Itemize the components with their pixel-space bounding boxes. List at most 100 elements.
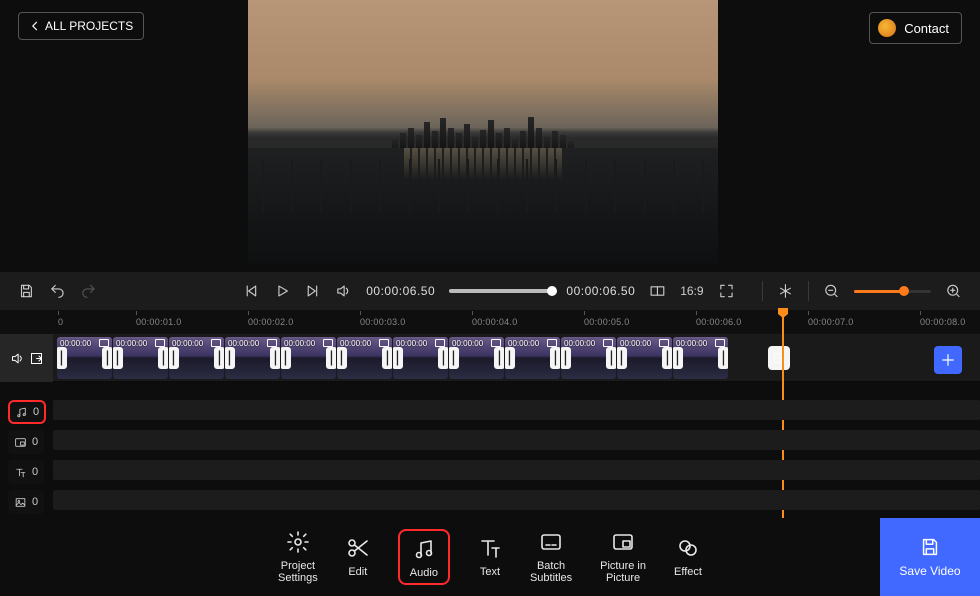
clip-handle[interactable]: | <box>718 347 728 369</box>
batch-subtitles-button[interactable]: Batch Subtitles <box>530 530 572 584</box>
audio-track[interactable]: 0 <box>0 400 980 424</box>
project-settings-button[interactable]: Project Settings <box>278 530 318 584</box>
contact-button[interactable]: Contact <box>869 12 962 44</box>
clip[interactable]: 00:00:00|| <box>393 337 448 379</box>
clip[interactable]: 00:00:00|| <box>57 337 112 379</box>
ruler-tick: 00:00:07.0 <box>808 317 920 327</box>
save-icon <box>919 536 941 558</box>
image-icon <box>14 496 27 509</box>
clip-handle[interactable]: | <box>337 347 347 369</box>
text-button[interactable]: Text <box>478 536 502 578</box>
timeline-ruler[interactable]: 0 00:00:01.0 00:00:02.0 00:00:03.0 00:00… <box>0 310 980 334</box>
text-icon <box>14 466 27 479</box>
clip-handle[interactable]: | <box>281 347 291 369</box>
preview-canvas <box>248 0 718 265</box>
clip-handle[interactable]: | <box>326 347 336 369</box>
clip-handle[interactable]: | <box>606 347 616 369</box>
clip-handle[interactable]: | <box>505 347 515 369</box>
clip-handle[interactable]: | <box>494 347 504 369</box>
ruler-tick: 00:00:05.0 <box>584 317 696 327</box>
avatar <box>878 19 896 37</box>
ruler-tick: 00:00:03.0 <box>360 317 472 327</box>
pip-icon <box>611 530 635 554</box>
redo-icon[interactable] <box>80 282 97 300</box>
contact-label: Contact <box>904 21 949 36</box>
zoom-out-icon[interactable] <box>823 282 840 300</box>
video-track-head[interactable] <box>0 334 53 382</box>
clip-handle[interactable]: | <box>102 347 112 369</box>
ruler-tick: 00:00:01.0 <box>136 317 248 327</box>
video-track[interactable]: 00:00:00|| 00:00:00|| 00:00:00|| 00:00:0… <box>0 334 980 382</box>
clip[interactable]: 00:00:00|| <box>561 337 616 379</box>
clip-handle[interactable]: | <box>449 347 459 369</box>
ruler-tick: 00:00:06.0 <box>696 317 808 327</box>
pip-button[interactable]: Picture in Picture <box>600 530 646 584</box>
music-icon <box>412 537 436 561</box>
audio-button[interactable]: Audio <box>398 529 450 585</box>
skip-back-icon[interactable] <box>243 282 260 300</box>
tool-bar: Project Settings Edit Audio Text Batch S… <box>0 518 980 596</box>
aspect-ratio-label: 16:9 <box>680 284 703 298</box>
clip[interactable]: 00:00:00|| <box>617 337 672 379</box>
effect-track-label[interactable]: 0 <box>8 490 44 514</box>
text-icon <box>478 536 502 560</box>
clip-handle[interactable]: | <box>393 347 403 369</box>
clip-handle[interactable]: | <box>57 347 67 369</box>
pip-icon <box>14 436 27 449</box>
volume-icon[interactable] <box>335 282 352 300</box>
clip[interactable]: 00:00:00|| <box>169 337 224 379</box>
clip[interactable]: 00:00:00|| <box>281 337 336 379</box>
play-icon[interactable] <box>274 282 291 300</box>
scissors-icon <box>346 536 370 560</box>
pip-track[interactable]: 0 <box>0 430 980 454</box>
aspect-icon[interactable] <box>649 282 666 300</box>
transition-chip[interactable] <box>768 346 790 370</box>
clip[interactable]: 00:00:00|| <box>113 337 168 379</box>
clip-handle[interactable]: | <box>438 347 448 369</box>
clip-handle[interactable]: | <box>270 347 280 369</box>
skip-forward-icon[interactable] <box>304 282 321 300</box>
effect-track[interactable]: 0 <box>0 490 980 514</box>
clip[interactable]: 00:00:00|| <box>337 337 392 379</box>
edit-button[interactable]: Edit <box>346 536 370 578</box>
fullscreen-icon[interactable] <box>718 282 735 300</box>
add-clip-button[interactable] <box>934 346 962 374</box>
clip-handle[interactable]: | <box>158 347 168 369</box>
gear-icon <box>286 530 310 554</box>
snap-icon[interactable] <box>777 282 794 300</box>
clip-handle[interactable]: | <box>550 347 560 369</box>
ruler-tick: 00:00:04.0 <box>472 317 584 327</box>
undo-icon[interactable] <box>49 282 66 300</box>
effect-button[interactable]: Effect <box>674 536 702 578</box>
save-icon[interactable] <box>18 282 35 300</box>
clip-handle[interactable]: | <box>113 347 123 369</box>
zoom-in-icon[interactable] <box>945 282 962 300</box>
clip-handle[interactable]: | <box>673 347 683 369</box>
clip-handle[interactable]: | <box>617 347 627 369</box>
pip-track-label[interactable]: 0 <box>8 430 44 454</box>
chevron-left-icon <box>29 20 41 32</box>
clip-handle[interactable]: | <box>214 347 224 369</box>
ruler-tick: 00:00:08.0 <box>920 317 966 327</box>
clip-handle[interactable]: | <box>561 347 571 369</box>
clip[interactable]: 00:00:00|| <box>449 337 504 379</box>
clip-handle[interactable]: | <box>662 347 672 369</box>
music-icon <box>15 406 28 419</box>
zoom-slider[interactable] <box>854 290 931 293</box>
clip[interactable]: 00:00:00|| <box>673 337 728 379</box>
clip[interactable]: 00:00:00|| <box>225 337 280 379</box>
ruler-tick: 00:00:02.0 <box>248 317 360 327</box>
clip-handle[interactable]: | <box>225 347 235 369</box>
progress-bar[interactable] <box>449 289 552 293</box>
clip[interactable]: 00:00:00|| <box>505 337 560 379</box>
save-video-button[interactable]: Save Video <box>880 518 980 596</box>
text-track[interactable]: 0 <box>0 460 980 484</box>
audio-track-label[interactable]: 0 <box>8 400 46 424</box>
effect-icon <box>676 536 700 560</box>
clip-handle[interactable]: | <box>169 347 179 369</box>
ruler-tick: 0 <box>58 317 136 327</box>
clip-handle[interactable]: | <box>382 347 392 369</box>
text-track-label[interactable]: 0 <box>8 460 44 484</box>
all-projects-button[interactable]: ALL PROJECTS <box>18 12 144 40</box>
all-projects-label: ALL PROJECTS <box>45 19 133 33</box>
